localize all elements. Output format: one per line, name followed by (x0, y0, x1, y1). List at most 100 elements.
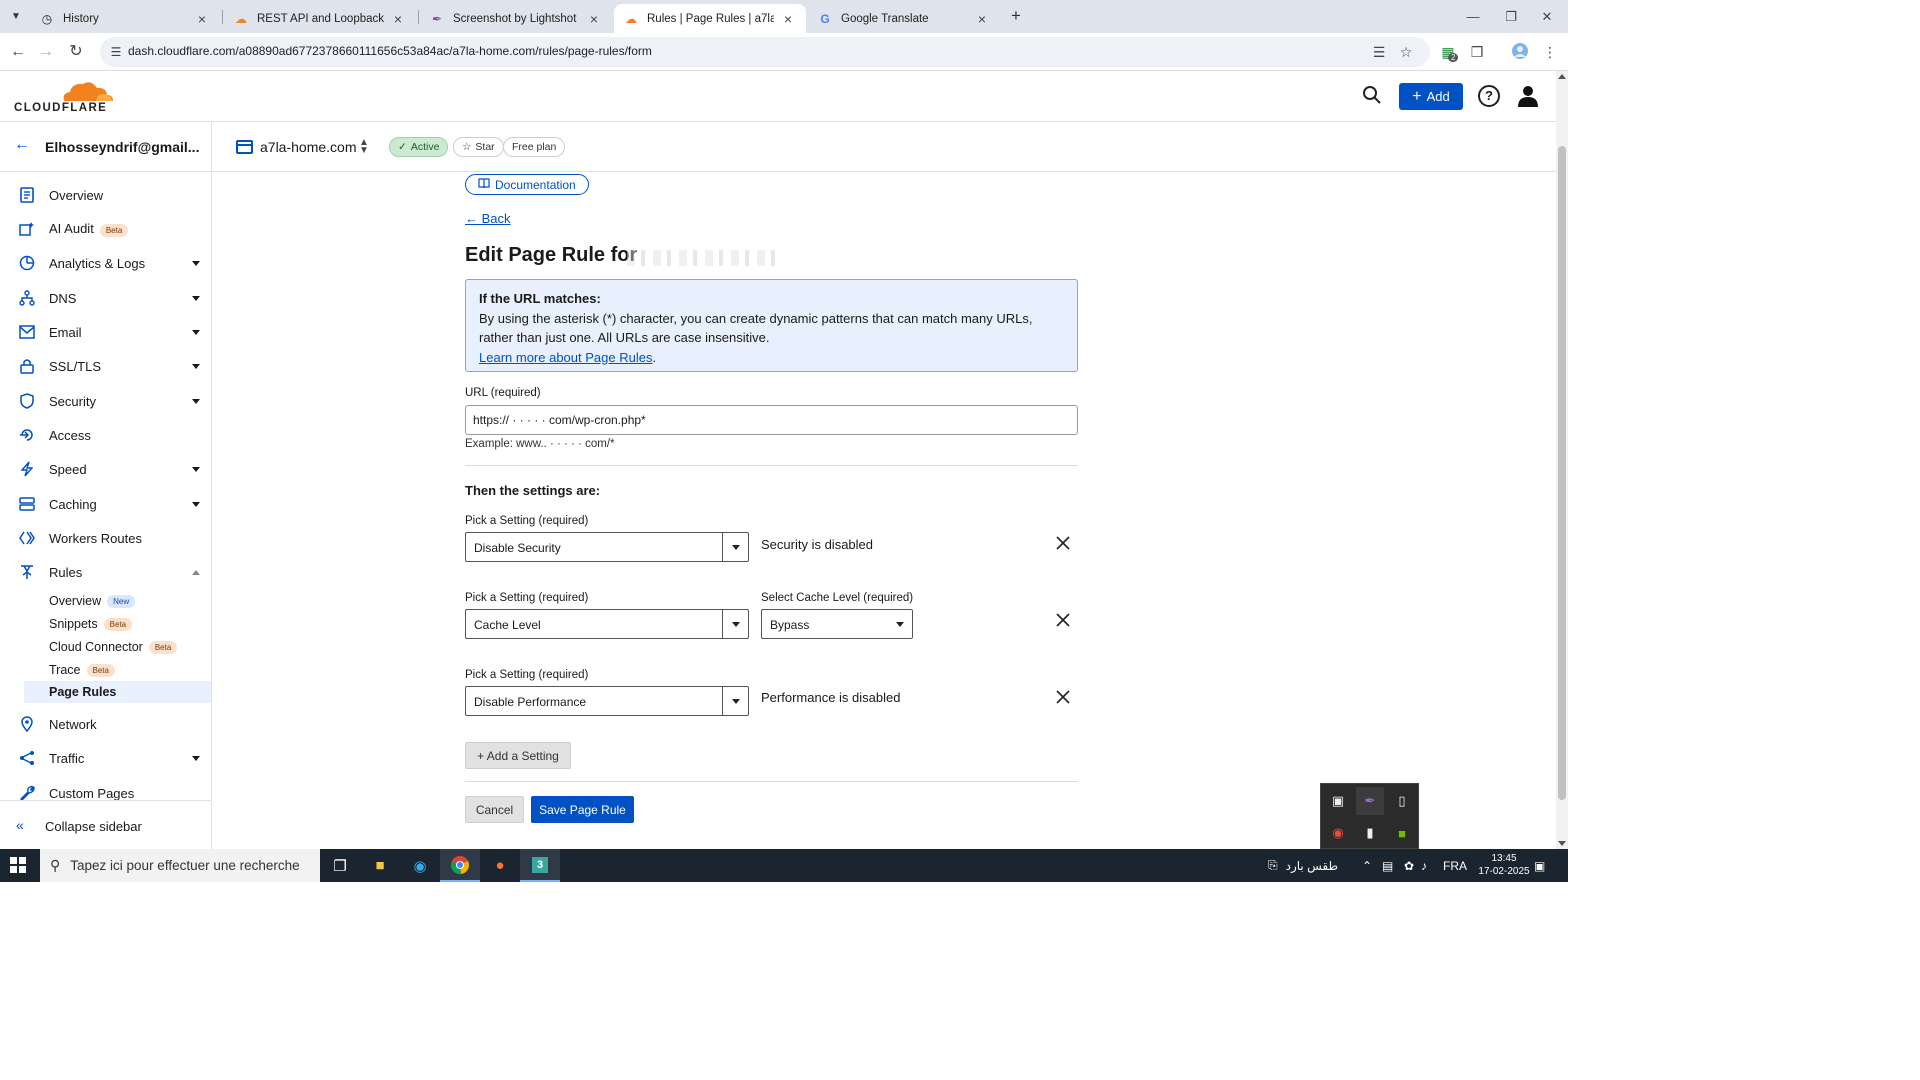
tab-lightshot[interactable]: ✒ Screenshot by Lightshot × (420, 4, 612, 33)
tab-search-dropdown[interactable]: ▼ (6, 6, 26, 26)
chevron-down-icon[interactable] (192, 466, 200, 472)
setting-select[interactable]: Disable Security (465, 532, 749, 562)
network-monitor-icon[interactable]: ▤ (1382, 849, 1393, 882)
app-3-icon[interactable]: 3 (520, 849, 560, 882)
translate-icon[interactable]: ☰ (1370, 43, 1388, 61)
tab-history[interactable]: ◷ History × (30, 4, 220, 33)
sidebar-item-analytics-logs[interactable]: Analytics & Logs (0, 248, 211, 278)
usb-icon[interactable]: ▯ (1388, 787, 1416, 815)
chrome-icon[interactable] (440, 849, 480, 882)
zone-switcher-icon[interactable]: ▲ ▼ (359, 138, 369, 156)
setting-select[interactable]: Cache Level (465, 609, 749, 639)
close-icon[interactable]: × (586, 11, 602, 27)
tab-google-translate[interactable]: G Google Translate × (808, 4, 1000, 33)
chevron-down-icon[interactable] (192, 329, 200, 335)
chevron-down-icon[interactable] (192, 295, 200, 301)
close-icon[interactable] (1056, 536, 1072, 552)
sidebar-item-dns[interactable]: DNS (0, 283, 211, 313)
add-setting-button[interactable]: + Add a Setting (465, 742, 571, 769)
cancel-button[interactable]: Cancel (465, 796, 524, 823)
chevron-up-icon[interactable]: ⌃ (1362, 849, 1372, 882)
sidebar-item-traffic[interactable]: Traffic (0, 743, 211, 773)
sidebar-item-network[interactable]: Network (0, 709, 211, 739)
setting-select[interactable]: Disable Performance (465, 686, 749, 716)
tab-rest-api[interactable]: ☁ REST API and Loopback Reques × (224, 4, 416, 33)
scroll-down-icon[interactable] (1558, 841, 1566, 846)
search-icon[interactable] (1362, 85, 1384, 107)
close-icon[interactable]: × (974, 11, 990, 27)
sidebar-item-rules[interactable]: Rules (0, 557, 211, 587)
wifi-icon[interactable]: ✿ (1404, 849, 1414, 882)
chevron-down-icon[interactable] (722, 533, 748, 561)
sidebar-item-ai-audit[interactable]: AI Audit Beta (0, 214, 211, 244)
sidebar-subitem-snippets[interactable]: Snippets Beta (24, 613, 211, 635)
task-view-icon[interactable]: ❐ (320, 849, 360, 882)
reload-icon[interactable]: ↻ (64, 40, 88, 64)
clock[interactable]: 13:45 17-02-2025 (1478, 852, 1530, 878)
close-icon[interactable]: × (390, 11, 406, 27)
omnibox[interactable]: ☰ dash.cloudflare.com/a08890ad6772378660… (100, 37, 1430, 67)
lightshot-icon[interactable]: ✒ (1356, 787, 1384, 815)
chevron-down-icon[interactable] (192, 501, 200, 507)
app-tray-icon[interactable]: ◉ (1324, 819, 1352, 847)
new-tab-button[interactable]: + (1006, 6, 1026, 26)
chevron-down-icon[interactable] (192, 755, 200, 761)
volume-icon[interactable]: ♪ (1421, 849, 1427, 882)
chevron-down-icon[interactable] (192, 363, 200, 369)
star-icon[interactable]: ☆ (1397, 43, 1415, 61)
sidebar-subitem-cloud-connector[interactable]: Cloud Connector Beta (24, 636, 211, 658)
chevron-down-icon[interactable] (192, 260, 200, 266)
sidebar-item-access[interactable]: Access (0, 420, 211, 450)
star-button[interactable]: ☆ Star (453, 137, 504, 157)
close-icon[interactable] (1056, 613, 1072, 629)
url-text[interactable]: dash.cloudflare.com/a08890ad677237866011… (128, 44, 652, 58)
sidebar-item-speed[interactable]: Speed (0, 454, 211, 484)
back-arrow-icon[interactable]: ← (6, 40, 30, 64)
back-link[interactable]: ← Back (465, 211, 511, 226)
sidebar-item-email[interactable]: Email (0, 317, 211, 347)
url-field[interactable]: https:// · · · · · com/wp-cron.php* (465, 405, 1078, 435)
back-arrow-icon[interactable]: ← (14, 136, 30, 154)
nvidia-icon[interactable]: ■ (1388, 819, 1416, 847)
sidebar-item-security[interactable]: Security (0, 386, 211, 416)
notification-icon[interactable]: ▣ (1534, 849, 1545, 882)
page-scrollbar[interactable] (1556, 71, 1568, 849)
profile-avatar[interactable] (1510, 42, 1530, 62)
close-icon[interactable]: × (194, 11, 210, 27)
sidebar-subitem-rules-overview[interactable]: Overview New (24, 590, 211, 612)
account-name[interactable]: Elhosseyndrif@gmail... (45, 139, 199, 155)
chevron-down-icon[interactable] (192, 398, 200, 404)
file-explorer-icon[interactable]: ■ (360, 849, 400, 882)
close-icon[interactable] (1056, 690, 1072, 706)
sidebar-subitem-page-rules[interactable]: Page Rules (24, 681, 211, 703)
documentation-button[interactable]: Documentation (465, 174, 589, 195)
scrollbar-thumb[interactable] (1558, 146, 1566, 800)
learn-more-link[interactable]: Learn more about Page Rules (479, 350, 652, 365)
sidebar-item-workers-routes[interactable]: Workers Routes (0, 523, 211, 553)
sidebar-item-overview[interactable]: Overview (0, 180, 211, 210)
puzzle-icon[interactable]: ❒ (1467, 42, 1487, 62)
bracket-app-icon[interactable]: ▮ (1356, 819, 1384, 847)
weather-widget[interactable]: ⎘ طقس بارد (1268, 849, 1338, 882)
sidebar-subitem-trace[interactable]: Trace Beta (24, 659, 211, 681)
taskbar-search[interactable]: ⚲ Tapez ici pour effectuer une recherche (40, 849, 320, 882)
close-icon[interactable]: × (780, 11, 796, 27)
forward-arrow-icon[interactable]: → (34, 40, 58, 64)
help-icon[interactable]: ? (1478, 85, 1500, 107)
screenshot-tool-icon[interactable]: ▣ (1324, 787, 1352, 815)
sidebar-item-ssl-tls[interactable]: SSL/TLS (0, 351, 211, 381)
chevron-up-icon[interactable] (192, 569, 200, 575)
chevron-down-icon[interactable] (722, 687, 748, 715)
site-info-icon[interactable]: ☰ (108, 44, 124, 60)
cache-level-select[interactable]: Bypass (761, 609, 913, 639)
user-icon[interactable] (1516, 84, 1540, 108)
firefox-icon[interactable]: ● (480, 849, 520, 882)
language-indicator[interactable]: FRA (1443, 849, 1467, 882)
sidebar-item-caching[interactable]: Caching (0, 489, 211, 519)
tab-page-rules[interactable]: ☁ Rules | Page Rules | a7la-home.c × (614, 4, 806, 33)
close-window-button[interactable]: ✕ (1524, 0, 1570, 33)
scroll-up-icon[interactable] (1558, 74, 1566, 79)
menu-dots-icon[interactable]: ⋮ (1540, 42, 1560, 62)
windows-start-icon[interactable] (10, 857, 27, 874)
save-page-rule-button[interactable]: Save Page Rule (531, 796, 634, 823)
